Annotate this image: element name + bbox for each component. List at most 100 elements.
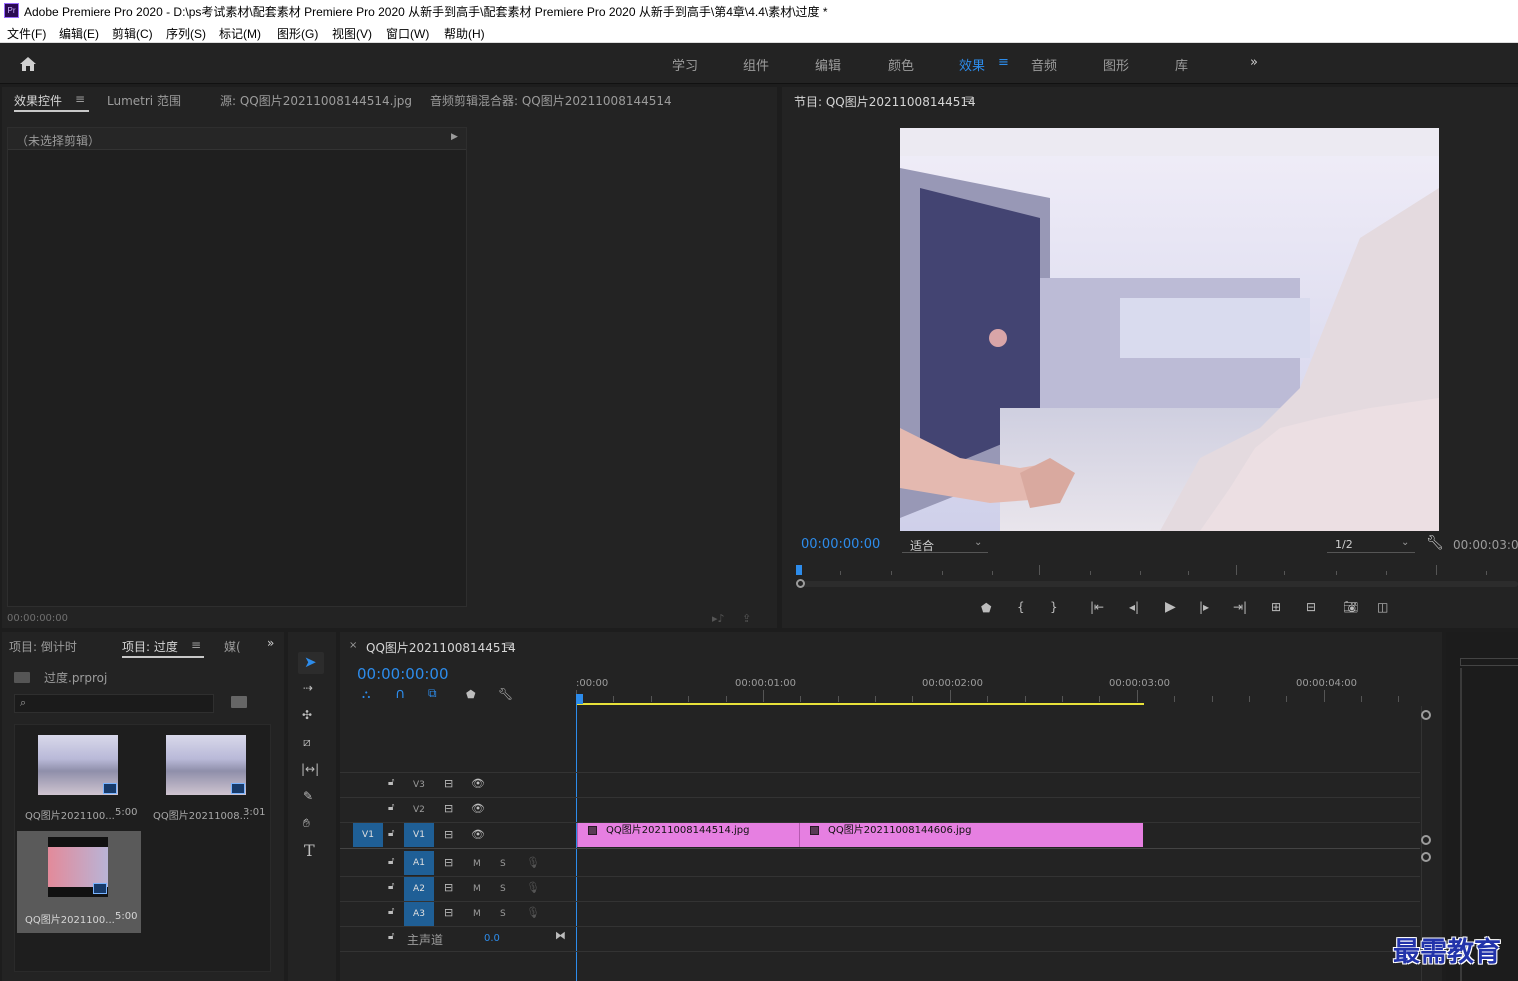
program-video-frame[interactable]	[900, 128, 1439, 531]
mute-button[interactable]: M	[473, 859, 481, 869]
hand-tool-icon[interactable]: ✋︎	[303, 817, 310, 829]
resolution-dropdown[interactable]: 1/2 ⌄	[1327, 535, 1415, 553]
lock-icon[interactable]: 🔓︎	[388, 778, 394, 788]
go-to-in-icon[interactable]: |⇤	[1090, 601, 1104, 613]
zoom-handle[interactable]	[796, 579, 805, 588]
menu-view[interactable]: 视图(V)	[332, 25, 372, 42]
track-select-tool-icon[interactable]: ⇢	[303, 682, 313, 694]
close-sequence-icon[interactable]: ×	[349, 640, 357, 651]
project-item[interactable]: QQ图片20211008... 3:01	[145, 727, 269, 829]
lock-icon[interactable]: 🔓︎	[388, 857, 394, 867]
master-volume-value[interactable]: 0.0	[484, 933, 500, 944]
solo-button[interactable]: S	[500, 909, 506, 919]
fit-dropdown[interactable]: 适合 ⌄	[902, 535, 988, 553]
mute-button[interactable]: M	[473, 884, 481, 894]
menu-graphics[interactable]: 图形(G)	[277, 25, 318, 42]
snap-magnet-icon[interactable]: ∩	[395, 687, 405, 701]
program-menu-icon[interactable]: ≡	[964, 92, 974, 106]
timeline-ruler[interactable]: :00:00 00:00:01:00 00:00:02:00 00:00:03:…	[576, 672, 1422, 706]
export-icon[interactable]: ⇪	[742, 612, 751, 625]
a-scroll-handle[interactable]	[1421, 852, 1431, 862]
track-target-v1[interactable]: V1	[404, 823, 434, 847]
lock-icon[interactable]: 🔓︎	[388, 882, 394, 892]
workspace-tab-graphics[interactable]: 图形	[1103, 55, 1129, 74]
solo-button[interactable]: S	[500, 859, 506, 869]
expand-arrow-icon[interactable]: ▶	[451, 132, 458, 142]
comparison-view-icon[interactable]: ◫	[1377, 601, 1388, 613]
workspace-tab-audio[interactable]: 音频	[1031, 55, 1057, 74]
wrench-settings-icon[interactable]: 🔧︎	[1426, 535, 1444, 551]
sync-lock-icon[interactable]: ⊟	[444, 778, 453, 789]
sequence-tab[interactable]: QQ图片20211008144514	[366, 639, 516, 656]
menu-sequence[interactable]: 序列(S)	[166, 25, 206, 42]
tab-audio-clip-mixer[interactable]: 音频剪辑混合器: QQ图片20211008144514	[430, 92, 672, 109]
timeline-timecode[interactable]: 00:00:00:00	[357, 665, 449, 683]
slip-tool-icon[interactable]: |↔|	[301, 763, 319, 775]
mic-icon[interactable]: 🎙︎	[526, 882, 540, 893]
menu-window[interactable]: 窗口(W)	[386, 25, 429, 42]
menu-file[interactable]: 文件(F)	[7, 25, 46, 42]
pen-tool-icon[interactable]: ✎	[303, 790, 313, 802]
menu-edit[interactable]: 编辑(E)	[59, 25, 99, 42]
new-bin-from-search-icon[interactable]	[231, 696, 247, 708]
more-workspaces-icon[interactable]: »	[1250, 55, 1258, 70]
menu-help[interactable]: 帮助(H)	[444, 25, 485, 42]
project-menu-icon[interactable]: ≡	[191, 638, 201, 652]
project-item-selected[interactable]: QQ图片2021100... 5:00	[17, 831, 141, 933]
workspace-tab-color[interactable]: 颜色	[888, 55, 914, 74]
workspace-menu-icon[interactable]: ≡	[998, 55, 1009, 70]
work-area-bar[interactable]	[576, 703, 1144, 705]
tab-source[interactable]: 源: QQ图片20211008144514.jpg	[220, 92, 412, 109]
extract-icon[interactable]: ⊟	[1306, 601, 1316, 613]
sequence-menu-icon[interactable]: ≡	[504, 638, 514, 652]
workspace-tab-assembly[interactable]: 组件	[743, 55, 769, 74]
razor-tool-icon[interactable]: ⧄	[303, 736, 311, 748]
timeline-playhead[interactable]	[576, 694, 583, 704]
eye-icon[interactable]: 👁︎	[471, 829, 485, 840]
sync-lock-icon[interactable]: ⊟	[444, 882, 453, 893]
zoom-scrollbar[interactable]	[796, 581, 1518, 587]
eye-icon[interactable]: 👁︎	[471, 803, 485, 814]
menu-clip[interactable]: 剪辑(C)	[112, 25, 153, 42]
workspace-tab-learn[interactable]: 学习	[672, 55, 698, 74]
sync-lock-icon[interactable]: ⊟	[444, 829, 453, 840]
nest-toggle-icon[interactable]: ⛬	[362, 688, 370, 700]
selection-tool-icon[interactable]: ➤	[304, 655, 317, 670]
export-frame-camera-icon[interactable]: 📷︎	[1343, 601, 1358, 613]
mic-icon[interactable]: 🎙︎	[526, 857, 540, 868]
project-search-input[interactable]: ⌕	[14, 694, 214, 713]
go-to-edit-point-icon[interactable]: ⧓	[555, 930, 566, 941]
add-marker-icon[interactable]: ⬟	[466, 689, 476, 700]
play-icon[interactable]: ▶	[1165, 600, 1176, 614]
home-icon[interactable]	[19, 56, 37, 72]
mark-out-icon[interactable]: }	[1050, 601, 1058, 613]
lock-icon[interactable]: 🔓︎	[388, 932, 394, 942]
filter-audio-icon[interactable]: ▸♪	[712, 612, 725, 625]
timeline-settings-wrench-icon[interactable]: 🔧︎	[498, 688, 513, 700]
step-forward-icon[interactable]: |▸	[1199, 601, 1209, 613]
program-timecode[interactable]: 00:00:00:00	[801, 537, 880, 552]
v-scroll-handle[interactable]	[1421, 710, 1431, 720]
solo-button[interactable]: S	[500, 884, 506, 894]
mute-button[interactable]: M	[473, 909, 481, 919]
workspace-tab-effects[interactable]: 效果	[959, 55, 985, 74]
tab-effect-controls[interactable]: 效果控件	[14, 92, 62, 109]
sync-lock-icon[interactable]: ⊟	[444, 907, 453, 918]
lift-icon[interactable]: ⊞	[1271, 601, 1281, 613]
timeline-clip[interactable]: QQ图片20211008144606.jpg	[799, 823, 1143, 847]
sync-lock-icon[interactable]: ⊟	[444, 803, 453, 814]
add-marker-icon[interactable]: ⬟	[981, 602, 991, 614]
linked-selection-icon[interactable]: ⧉	[428, 687, 437, 699]
menu-marker[interactable]: 标记(M)	[219, 25, 261, 42]
eye-icon[interactable]: 👁︎	[471, 778, 485, 789]
sync-lock-icon[interactable]: ⊟	[444, 857, 453, 868]
tab-project-countdown[interactable]: 项目: 倒计时	[9, 638, 77, 655]
tab-project-transition[interactable]: 项目: 过度	[122, 638, 178, 655]
workspace-tab-libraries[interactable]: 库	[1175, 55, 1188, 74]
track-target-a1[interactable]: A1	[404, 851, 434, 875]
lock-icon[interactable]: 🔓︎	[388, 907, 394, 917]
program-playhead[interactable]	[796, 565, 802, 575]
step-back-icon[interactable]: ◂|	[1129, 601, 1139, 613]
timeline-clip[interactable]: QQ图片20211008144514.jpg	[577, 823, 799, 847]
project-item[interactable]: QQ图片2021100... 5:00	[17, 727, 141, 829]
